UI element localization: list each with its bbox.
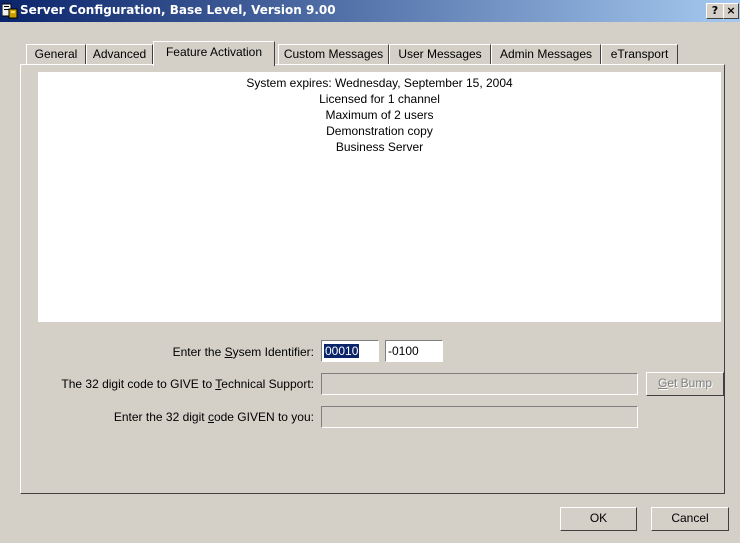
give-code-label: The 32 digit code to GIVE to Technical S… — [61, 377, 314, 391]
window-title: Server Configuration, Base Level, Versio… — [20, 3, 336, 17]
tab-advanced[interactable]: Advanced — [86, 44, 153, 64]
info-demo: Demonstration copy — [326, 124, 433, 138]
ok-button[interactable]: OK — [560, 507, 637, 531]
system-id-field-2[interactable]: -0100 — [385, 340, 443, 362]
license-info-box: System expires: Wednesday, September 15,… — [38, 72, 721, 322]
get-bump-button[interactable]: Get Bump — [646, 372, 724, 396]
tab-custom-messages[interactable]: Custom Messages — [278, 44, 389, 64]
tab-admin-messages[interactable]: Admin Messages — [491, 44, 601, 64]
info-users: Maximum of 2 users — [325, 108, 434, 122]
system-id-label: Enter the Sysem Identifier: — [172, 345, 314, 359]
tab-feature-activation[interactable]: Feature Activation — [153, 41, 275, 66]
given-code-field[interactable] — [321, 406, 638, 428]
title-bar[interactable]: Server Configuration, Base Level, Versio… — [0, 0, 740, 22]
info-expiry: System expires: Wednesday, September 15,… — [246, 76, 513, 90]
server-app-icon — [1, 3, 18, 19]
give-code-field[interactable] — [321, 373, 638, 395]
cancel-button[interactable]: Cancel — [651, 507, 729, 531]
close-button[interactable]: × — [723, 3, 739, 19]
given-code-label: Enter the 32 digit code GIVEN to you: — [113, 410, 314, 424]
system-id-field-1[interactable]: 00010 — [321, 340, 379, 362]
info-edition: Business Server — [335, 140, 424, 154]
tab-general[interactable]: General — [26, 44, 86, 64]
tab-user-messages[interactable]: User Messages — [389, 44, 491, 64]
tab-etransport[interactable]: eTransport — [601, 44, 678, 64]
help-button[interactable]: ? — [706, 3, 724, 19]
info-channels: Licensed for 1 channel — [319, 92, 440, 106]
